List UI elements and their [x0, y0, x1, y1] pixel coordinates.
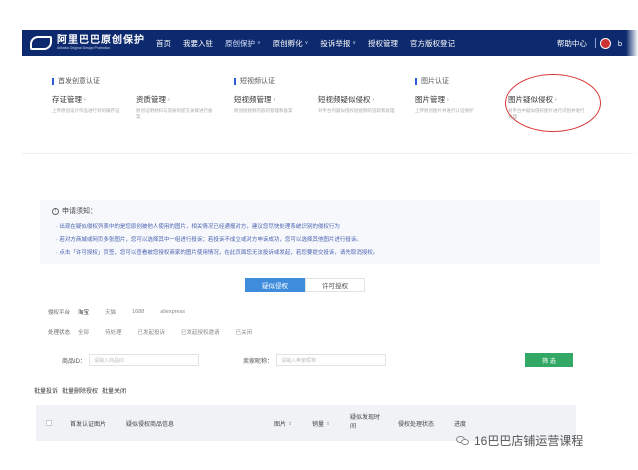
wechat-icon: [456, 435, 470, 446]
application-notice: ! 申请须知： · 出现在疑似侵权列表中的是您原创被他人使用的图片，相关情况已经通…: [40, 200, 600, 264]
filter-option[interactable]: 待处理: [105, 328, 122, 336]
filter-option[interactable]: 全部: [78, 328, 89, 336]
batch-remove-auth-button[interactable]: 批量删除授权: [62, 386, 98, 395]
nav-complaint-report[interactable]: 投诉举报 ∨: [314, 30, 362, 56]
chevron-right-icon: ›: [168, 96, 170, 103]
filter-button[interactable]: 筛 选: [525, 353, 573, 367]
sort-icon: ⇕: [326, 420, 330, 426]
tabs: 疑似侵权 许可授权: [245, 278, 365, 292]
group-title: 首发创意认证: [58, 78, 100, 85]
filter-option[interactable]: 已发起授权邀请: [181, 328, 220, 336]
chevron-right-icon: ›: [84, 96, 86, 103]
menu-qualification-management[interactable]: 资质管理 › 原创证明材料与资质的提交关联进行备案: [136, 94, 218, 120]
menu-short-video-infringement[interactable]: 短视频疑似侵权 › 对平台内疑似侵权短视频的追踪和处理: [318, 94, 400, 114]
product-id-input[interactable]: 请输入商品ID: [89, 354, 200, 366]
tab-suspected-infringement[interactable]: 疑似侵权: [245, 278, 305, 292]
nav-copyright-registration[interactable]: 官方版权登记: [404, 30, 461, 56]
menu-image-management[interactable]: 图片管理 › 上传原创图片并进行认证保护: [415, 94, 497, 114]
chevron-right-icon: ›: [273, 96, 276, 103]
select-all-checkbox[interactable]: [46, 420, 52, 426]
page: 阿里巴巴原创保护 Alibaba Original Design Protect…: [0, 0, 638, 470]
notice-line: · 点击「许可授权」页签，您可以查看被您授权商家的图片使用情况，在此页面您无法投…: [56, 250, 379, 256]
help-center-link[interactable]: 帮助中心: [553, 30, 591, 56]
main-nav: 首页 我要入驻 原创保护 ∨ 原创孵化 ∨ 投诉举报 ∨ 授权管理 官方版权登记: [150, 30, 461, 56]
column-header: 进度: [454, 422, 467, 428]
chevron-down-icon: ∨: [304, 40, 309, 46]
column-header[interactable]: 销量 ⇕: [312, 419, 330, 429]
filters: 侵权平台 淘宝 天猫 1688 aliexpress 处理状态 全部 待处理 已…: [48, 306, 268, 346]
column-header[interactable]: 图片 ⇕: [274, 419, 292, 429]
original-protection-dropdown: 首发创意认证 短视频认证 图片认证 存证管理 › 上传原创设计作品进行对的确存证 …: [22, 56, 638, 154]
group-title: 短视频认证: [240, 78, 275, 85]
watermark-text: 16巴巴店铺运营课程: [474, 434, 584, 448]
group-image: 图片认证: [415, 76, 449, 86]
menu-short-video-management[interactable]: 短视频管理 › 原创短视频内容的管理和备案: [234, 94, 316, 114]
seller-nickname-label: 卖家昵称：: [243, 358, 274, 365]
seller-nickname-input[interactable]: 请输入卖家昵称: [276, 354, 387, 366]
nav-original-protection[interactable]: 原创保护 ∨: [219, 30, 267, 56]
divider: [594, 38, 596, 48]
group-short-video: 短视频认证: [234, 76, 275, 86]
batch-complaint-button[interactable]: 批量投诉: [34, 386, 58, 395]
avatar[interactable]: [599, 37, 611, 49]
logo-title: 阿里巴巴原创保护: [57, 34, 145, 46]
search-row: 商品ID： 请输入商品ID 卖家昵称： 请输入卖家昵称: [62, 354, 387, 366]
user-name[interactable]: b: [614, 30, 626, 56]
chevron-right-icon: ›: [372, 96, 375, 103]
column-header[interactable]: 疑似发现时间: [350, 414, 382, 432]
tab-licensed-authorization[interactable]: 许可授权: [305, 278, 365, 292]
sort-icon: ⇕: [288, 420, 292, 426]
batch-actions: 批量投诉 批量删除授权 批量关闭: [34, 386, 130, 395]
filter-option[interactable]: 天猫: [105, 308, 116, 316]
red-annotation-circle: [505, 74, 601, 132]
filter-label: 侵权平台: [48, 310, 71, 316]
filter-option[interactable]: 已关闭: [236, 328, 253, 336]
nav-join[interactable]: 我要入驻: [177, 30, 219, 56]
chevron-down-icon: ∨: [352, 40, 357, 46]
nav-home[interactable]: 首页: [150, 30, 177, 56]
chevron-down-icon: ∨: [257, 40, 261, 46]
top-nav-bar: 阿里巴巴原创保护 Alibaba Original Design Protect…: [22, 30, 638, 56]
filter-option[interactable]: aliexpress: [160, 309, 185, 315]
logo[interactable]: 阿里巴巴原创保护 Alibaba Original Design Protect…: [30, 34, 150, 51]
filter-option[interactable]: 已发起投诉: [138, 328, 166, 336]
chevron-right-icon: ›: [447, 96, 449, 103]
filter-label: 处理状态: [48, 330, 71, 336]
notice-line: · 若对方商城或网页多张图片，您可以选择其中一组进行投诉；若投诉不成立或对方申诉…: [56, 237, 362, 243]
nav-original-incubation[interactable]: 原创孵化 ∨: [267, 30, 315, 56]
status-filter-row: 处理状态 全部 待处理 已发起投诉 已发起授权邀请 已关闭: [48, 326, 268, 338]
column-header: 首发认证图片: [70, 422, 107, 428]
group-first-release: 首发创意认证: [52, 76, 100, 86]
menu-deposit-management[interactable]: 存证管理 › 上传原创设计作品进行对的确存证: [52, 94, 134, 114]
filter-option[interactable]: 1688: [132, 309, 144, 315]
notice-title: 申请须知：: [62, 208, 97, 215]
alibaba-logo-icon: [30, 36, 52, 50]
batch-close-button[interactable]: 批量关闭: [102, 386, 126, 395]
edge-fade: [626, 0, 638, 470]
column-header: 侵权处理状态: [398, 422, 435, 428]
product-id-label: 商品ID：: [62, 358, 87, 365]
column-header: 疑似侵权商品信息: [126, 422, 175, 428]
notice-line: · 出现在疑似侵权列表中的是您原创被他人使用的图片，相关情况已经通报对方，建议您…: [56, 224, 340, 230]
nav-authorization[interactable]: 授权管理: [362, 30, 404, 56]
filter-option[interactable]: 淘宝: [78, 308, 89, 316]
logo-subtitle: Alibaba Original Design Protection: [57, 45, 111, 50]
info-icon: !: [52, 207, 59, 215]
platform-filter-row: 侵权平台 淘宝 天猫 1688 aliexpress: [48, 306, 268, 318]
watermark: 16巴巴店铺运营课程: [456, 432, 583, 449]
group-title: 图片认证: [421, 78, 449, 85]
